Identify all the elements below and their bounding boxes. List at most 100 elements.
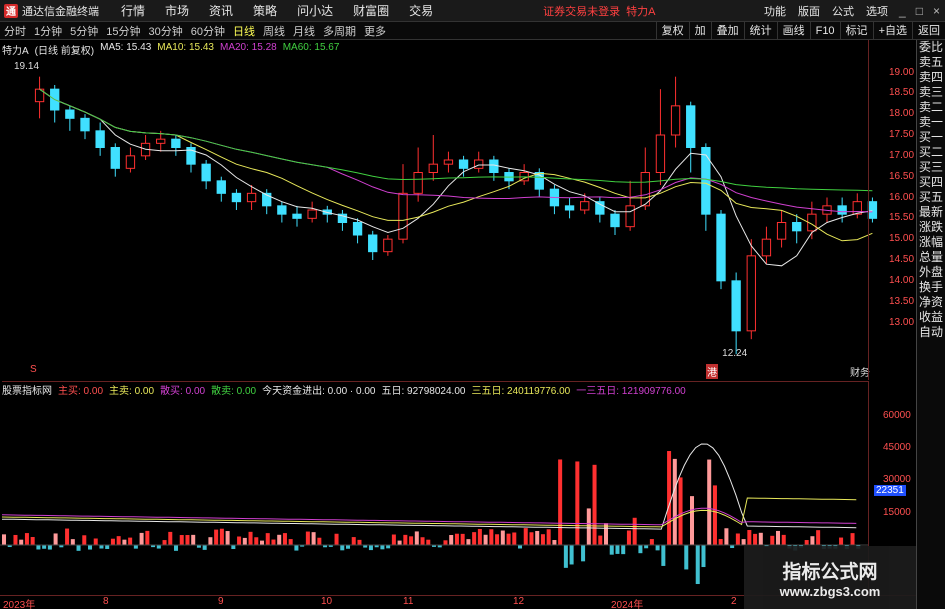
menu-trade[interactable]: 交易 [399,2,443,19]
candle [352,218,363,244]
finance-marker[interactable]: 财务 [850,364,870,379]
side-panel-item[interactable]: 买五 [917,190,945,205]
tab-5min[interactable]: 5分钟 [66,23,102,39]
login-status[interactable]: 证券交易未登录 [543,3,620,19]
flow-bar [334,533,339,545]
tab-1min[interactable]: 1分钟 [30,23,66,39]
side-panel-item[interactable]: 自动 [917,325,945,340]
maximize-icon[interactable]: □ [911,4,928,18]
add-favorite-button[interactable]: +自选 [872,22,912,40]
adjust-button[interactable]: 复权 [655,22,689,40]
mark-button[interactable]: 标记 [839,22,873,40]
watermark: 指标公式网 www.zbgs3.com [744,546,916,609]
flow-bar [351,537,356,545]
flow-bar [311,532,316,545]
flow-bar [368,545,373,551]
price-tick-label: 16.50 [889,170,915,182]
price-tick-label: 13.00 [889,316,915,328]
close-icon[interactable]: × [928,4,945,18]
candle [216,176,226,202]
side-panel-item[interactable]: 卖二 [917,100,945,115]
side-panel-item[interactable]: 涨幅 [917,235,945,250]
menu-options[interactable]: 选项 [860,3,894,19]
candle [368,230,378,260]
flow-bar [615,545,620,554]
flow-bar [105,545,110,549]
flow-bar [529,532,534,545]
menu-news[interactable]: 资讯 [199,2,243,19]
side-panel-item[interactable]: 买一 [917,130,945,145]
menu-market[interactable]: 市场 [155,2,199,19]
flow-bar [420,537,425,545]
flow-bar [592,464,597,545]
flow-bar [19,539,24,545]
indicator-name[interactable]: 股票指标网 [2,382,52,395]
flow-bar [655,545,660,551]
flow-bar [414,531,419,545]
flow-bar [460,533,465,545]
menu-function[interactable]: 功能 [758,3,792,19]
flow-bar [546,529,551,545]
menu-ask[interactable]: 问小达 [287,2,343,19]
flow-bar [753,533,758,545]
side-panel-item[interactable]: 买二 [917,145,945,160]
back-button[interactable]: 返回 [912,22,945,40]
menu-strategy[interactable]: 策略 [243,2,287,19]
menu-layout[interactable]: 版面 [792,3,826,19]
tab-30min[interactable]: 30分钟 [145,23,187,39]
tab-monthly[interactable]: 月线 [289,23,319,39]
candle [231,189,242,210]
tab-multi-period[interactable]: 多周期 [319,23,360,39]
side-panel-item[interactable]: 收益 [917,310,945,325]
f10-button[interactable]: F10 [809,22,840,40]
side-panel-item[interactable]: 换手 [917,280,945,295]
tab-15min[interactable]: 15分钟 [102,23,144,39]
candle [201,160,211,190]
side-panel-item[interactable]: 外盘 [917,265,945,280]
candle [716,210,726,290]
flow-bar [13,534,18,545]
capital-flow-chart[interactable] [0,395,868,595]
left-marker: S [30,364,37,375]
menu-quotes[interactable]: 行情 [111,2,155,19]
flow-bar [535,530,540,545]
flow-bar [512,532,517,545]
menu-formula[interactable]: 公式 [826,3,860,19]
tab-weekly[interactable]: 周线 [259,23,289,39]
flow-bar [391,534,396,545]
flow-bar [265,533,270,545]
tab-60min[interactable]: 60分钟 [187,23,229,39]
candle [110,143,120,177]
side-panel-item[interactable]: 净资 [917,295,945,310]
tab-timeshare[interactable]: 分时 [0,23,30,39]
date-tick-label: 2024年 [611,600,644,609]
candle [746,239,756,340]
flow-bar [701,545,706,568]
overlay-button[interactable]: 叠加 [710,22,744,40]
draw-button[interactable]: 画线 [776,22,810,40]
menu-wealth[interactable]: 财富圈 [343,2,399,19]
side-panel-item[interactable]: 卖五 [917,55,945,70]
flow-bar [133,545,138,549]
tab-daily[interactable]: 日线 [229,23,259,39]
side-panel-item[interactable]: 卖三 [917,85,945,100]
tab-more[interactable]: 更多 [360,23,390,39]
side-panel-item[interactable]: 最新 [917,205,945,220]
flow-bar [162,540,167,545]
add-button[interactable]: 加 [688,22,711,40]
stats-button[interactable]: 统计 [743,22,777,40]
flow-bar [678,477,683,545]
side-panel-item[interactable]: 买三 [917,160,945,175]
side-panel-item[interactable]: 买四 [917,175,945,190]
side-panel-item[interactable]: 委比 [917,40,945,55]
side-panel-item[interactable]: 卖一 [917,115,945,130]
flow-bar [804,540,809,545]
side-panel-item[interactable]: 总量 [917,250,945,265]
side-panel-item[interactable]: 卖四 [917,70,945,85]
indicator-legend-item: 五日: 92798024.00 [381,386,466,395]
side-panel-item[interactable]: 涨跌 [917,220,945,235]
flow-bar [741,539,746,545]
candlestick-chart[interactable] [0,40,916,380]
chart-tool-buttons: 复权 加 叠加 统计 画线 F10 标记 +自选 返回 [655,22,945,40]
minimize-icon[interactable]: _ [894,4,911,18]
